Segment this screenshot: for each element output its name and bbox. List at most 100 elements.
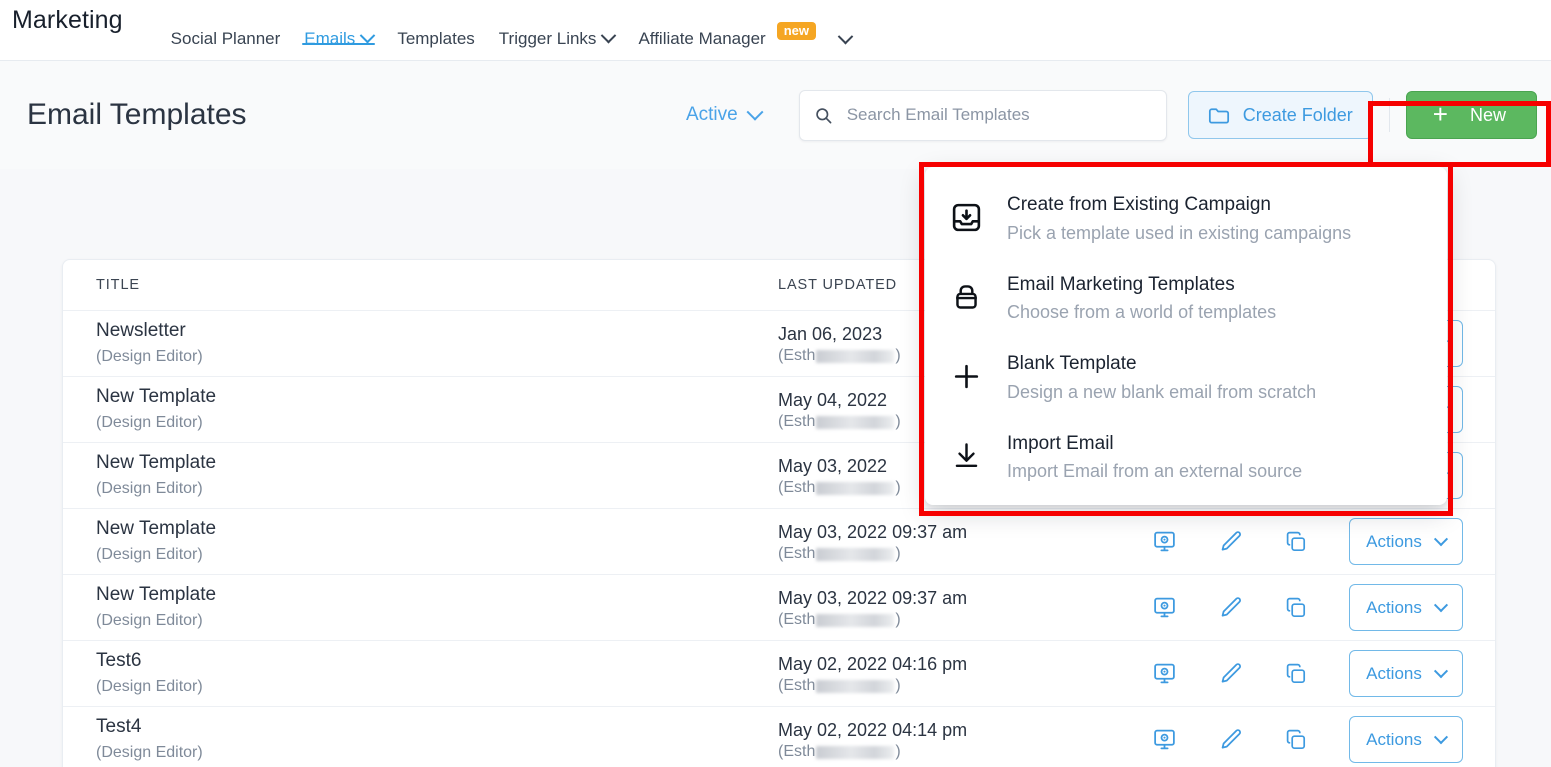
edit-pencil-icon-button[interactable]	[1218, 529, 1243, 554]
preview-monitor-icon-button[interactable]	[1152, 529, 1177, 554]
nav-item-label: Trigger Links	[499, 29, 597, 49]
dropdown-item-text: Create from Existing Campaign Pick a tem…	[1007, 191, 1351, 247]
actions-dropdown-button[interactable]: Actions	[1349, 716, 1463, 763]
template-editor-type: (Design Editor)	[96, 477, 778, 501]
template-editor-type: (Design Editor)	[96, 741, 778, 765]
search-input[interactable]	[847, 105, 1152, 125]
last-updated-date: May 03, 2022 09:37 am	[778, 520, 1123, 544]
template-editor-type: (Design Editor)	[96, 609, 778, 633]
nav-item-affiliate-manager[interactable]: Affiliate Manager new	[626, 0, 828, 61]
table-row[interactable]: Test6 (Design Editor) May 02, 2022 04:16…	[63, 641, 1495, 707]
dropdown-item-description: Import Email from an external source	[1007, 458, 1302, 485]
duplicate-copy-icon-button[interactable]	[1284, 728, 1308, 752]
dropdown-item-title: Email Marketing Templates	[1007, 271, 1276, 300]
new-button-label: New	[1470, 105, 1506, 126]
template-editor-type: (Design Editor)	[96, 543, 778, 567]
top-navigation-bar: Marketing Social Planner Emails Template…	[0, 0, 1551, 61]
author-suffix: )	[895, 413, 900, 431]
folder-icon	[1208, 106, 1230, 125]
chevron-down-icon	[746, 104, 763, 121]
archive-box-icon	[947, 271, 985, 312]
dropdown-item-description: Choose from a world of templates	[1007, 299, 1276, 326]
template-editor-type: (Design Editor)	[96, 411, 778, 435]
dropdown-item-description: Pick a template used in existing campaig…	[1007, 220, 1351, 247]
preview-monitor-icon-button[interactable]	[1152, 727, 1177, 752]
table-row[interactable]: Test4 (Design Editor) May 02, 2022 04:14…	[63, 707, 1495, 767]
template-name: Test6	[96, 648, 778, 674]
actions-label: Actions	[1366, 664, 1422, 684]
table-row[interactable]: New Template (Design Editor) May 03, 202…	[63, 575, 1495, 641]
chevron-down-icon	[1434, 598, 1448, 612]
actions-dropdown-button[interactable]: Actions	[1349, 650, 1463, 697]
preview-monitor-icon	[1152, 727, 1177, 752]
duplicate-copy-icon-button[interactable]	[1284, 662, 1308, 686]
author-suffix: )	[895, 611, 900, 629]
edit-pencil-icon-button[interactable]	[1218, 595, 1243, 620]
redacted-author-name	[816, 482, 894, 495]
preview-monitor-icon-button[interactable]	[1152, 661, 1177, 686]
edit-pencil-icon-button[interactable]	[1218, 727, 1243, 752]
dropdown-item-description: Design a new blank email from scratch	[1007, 379, 1316, 406]
cell-title: New Template (Design Editor)	[63, 516, 778, 567]
new-template-dropdown-menu[interactable]: Create from Existing Campaign Pick a tem…	[925, 167, 1447, 505]
actions-dropdown-button[interactable]: Actions	[1349, 584, 1463, 631]
last-updated-date: May 02, 2022 04:16 pm	[778, 652, 1123, 676]
last-updated-date: May 02, 2022 04:14 pm	[778, 718, 1123, 742]
duplicate-copy-icon-button[interactable]	[1284, 530, 1308, 554]
template-name: Test4	[96, 714, 778, 740]
template-name: New Template	[96, 582, 778, 608]
edit-pencil-icon	[1218, 661, 1243, 686]
edit-pencil-icon-button[interactable]	[1218, 661, 1243, 686]
header-controls: Active Create Folder + New	[686, 90, 1551, 141]
nav-item-emails[interactable]: Emails	[292, 0, 385, 61]
template-name: Newsletter	[96, 318, 778, 344]
template-name: New Template	[96, 516, 778, 542]
page-header: Email Templates Active Create Folder	[0, 61, 1551, 169]
last-updated-author: (Esth)	[778, 677, 1123, 695]
chevron-down-icon	[360, 28, 376, 44]
nav-more-menu-button[interactable]	[828, 0, 863, 61]
edit-pencil-icon	[1218, 529, 1243, 554]
dropdown-item-text: Import Email Import Email from an extern…	[1007, 430, 1302, 486]
create-folder-label: Create Folder	[1243, 105, 1353, 126]
cell-title: New Template (Design Editor)	[63, 450, 778, 501]
duplicate-copy-icon	[1284, 728, 1308, 752]
dropdown-item-blank-template[interactable]: Blank Template Design a new blank email …	[925, 338, 1447, 418]
preview-monitor-icon-button[interactable]	[1152, 595, 1177, 620]
dropdown-item-email-marketing-templates[interactable]: Email Marketing Templates Choose from a …	[925, 259, 1447, 339]
dropdown-item-import-email[interactable]: Import Email Import Email from an extern…	[925, 418, 1447, 498]
template-name: New Template	[96, 384, 778, 410]
actions-dropdown-button[interactable]: Actions	[1349, 518, 1463, 565]
nav-item-social-planner[interactable]: Social Planner	[159, 0, 293, 61]
author-prefix: (Esth	[778, 743, 815, 761]
author-suffix: )	[895, 479, 900, 497]
dropdown-item-title: Blank Template	[1007, 350, 1316, 379]
cell-actions: Actions	[1123, 518, 1495, 565]
download-icon	[947, 430, 985, 471]
create-folder-button[interactable]: Create Folder	[1188, 91, 1373, 139]
redacted-author-name	[816, 614, 894, 627]
last-updated-author: (Esth)	[778, 545, 1123, 563]
table-row[interactable]: New Template (Design Editor) May 03, 202…	[63, 509, 1495, 575]
nav-item-templates[interactable]: Templates	[385, 0, 486, 61]
new-template-button[interactable]: + New	[1406, 91, 1537, 139]
redacted-author-name	[816, 746, 894, 759]
search-box[interactable]	[799, 90, 1167, 141]
nav-item-label: Emails	[304, 29, 355, 49]
actions-label: Actions	[1366, 532, 1422, 552]
last-updated-author: (Esth)	[778, 611, 1123, 629]
plus-icon: +	[1433, 101, 1448, 127]
nav-item-trigger-links[interactable]: Trigger Links	[487, 0, 627, 61]
cell-title: Test4 (Design Editor)	[63, 714, 778, 765]
status-filter-dropdown[interactable]: Active	[686, 104, 761, 126]
duplicate-copy-icon-button[interactable]	[1284, 596, 1308, 620]
dropdown-item-create-from-existing-campaign[interactable]: Create from Existing Campaign Pick a tem…	[925, 179, 1447, 259]
author-suffix: )	[895, 743, 900, 761]
cell-title: New Template (Design Editor)	[63, 384, 778, 435]
dropdown-item-text: Blank Template Design a new blank email …	[1007, 350, 1316, 406]
cell-last-updated: May 03, 2022 09:37 am (Esth)	[778, 520, 1123, 562]
redacted-author-name	[816, 416, 894, 429]
author-suffix: )	[895, 347, 900, 365]
redacted-author-name	[816, 680, 894, 693]
duplicate-copy-icon	[1284, 596, 1308, 620]
